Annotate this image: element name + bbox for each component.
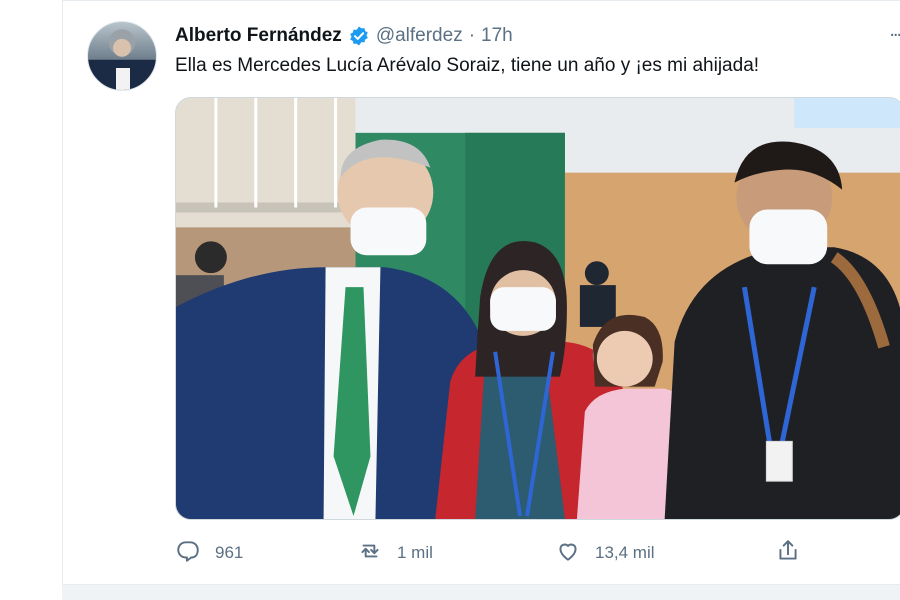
header-separator: · [468, 25, 476, 46]
tweet-timestamp[interactable]: 17h [481, 25, 513, 47]
share-icon [775, 538, 801, 569]
retweet-action[interactable]: 1 mil [357, 537, 433, 569]
author-name[interactable]: Alberto Fernández [175, 25, 342, 47]
author-handle[interactable]: @alferdez [376, 25, 463, 47]
tweet-photo[interactable] [175, 97, 900, 520]
avatar-shirt [116, 68, 130, 90]
left-gutter [0, 0, 62, 600]
more-options-icon[interactable]: ... [889, 19, 900, 42]
reply-action[interactable]: 961 [175, 537, 243, 569]
author-avatar[interactable] [87, 21, 157, 91]
tweet-header: Alberto Fernández @alferdez · 17h [175, 23, 513, 49]
share-action[interactable] [775, 537, 801, 569]
like-count: 13,4 mil [595, 543, 655, 562]
reply-count: 961 [215, 543, 244, 562]
reply-icon [175, 538, 201, 569]
tweet-text: Ella es Mercedes Lucía Arévalo Soraiz, t… [175, 55, 760, 76]
feed-divider [62, 584, 900, 600]
tweet-card[interactable]: Alberto Fernández @alferdez · 17h ... El… [62, 0, 900, 584]
retweet-count: 1 mil [397, 543, 433, 562]
photo-illustration [176, 98, 900, 519]
tweet-actions: 961 1 mil 13,4 mil [175, 537, 895, 569]
like-action[interactable]: 13,4 mil [555, 537, 655, 569]
verified-badge-icon [348, 25, 370, 47]
retweet-icon [357, 538, 383, 569]
heart-icon [555, 538, 581, 569]
